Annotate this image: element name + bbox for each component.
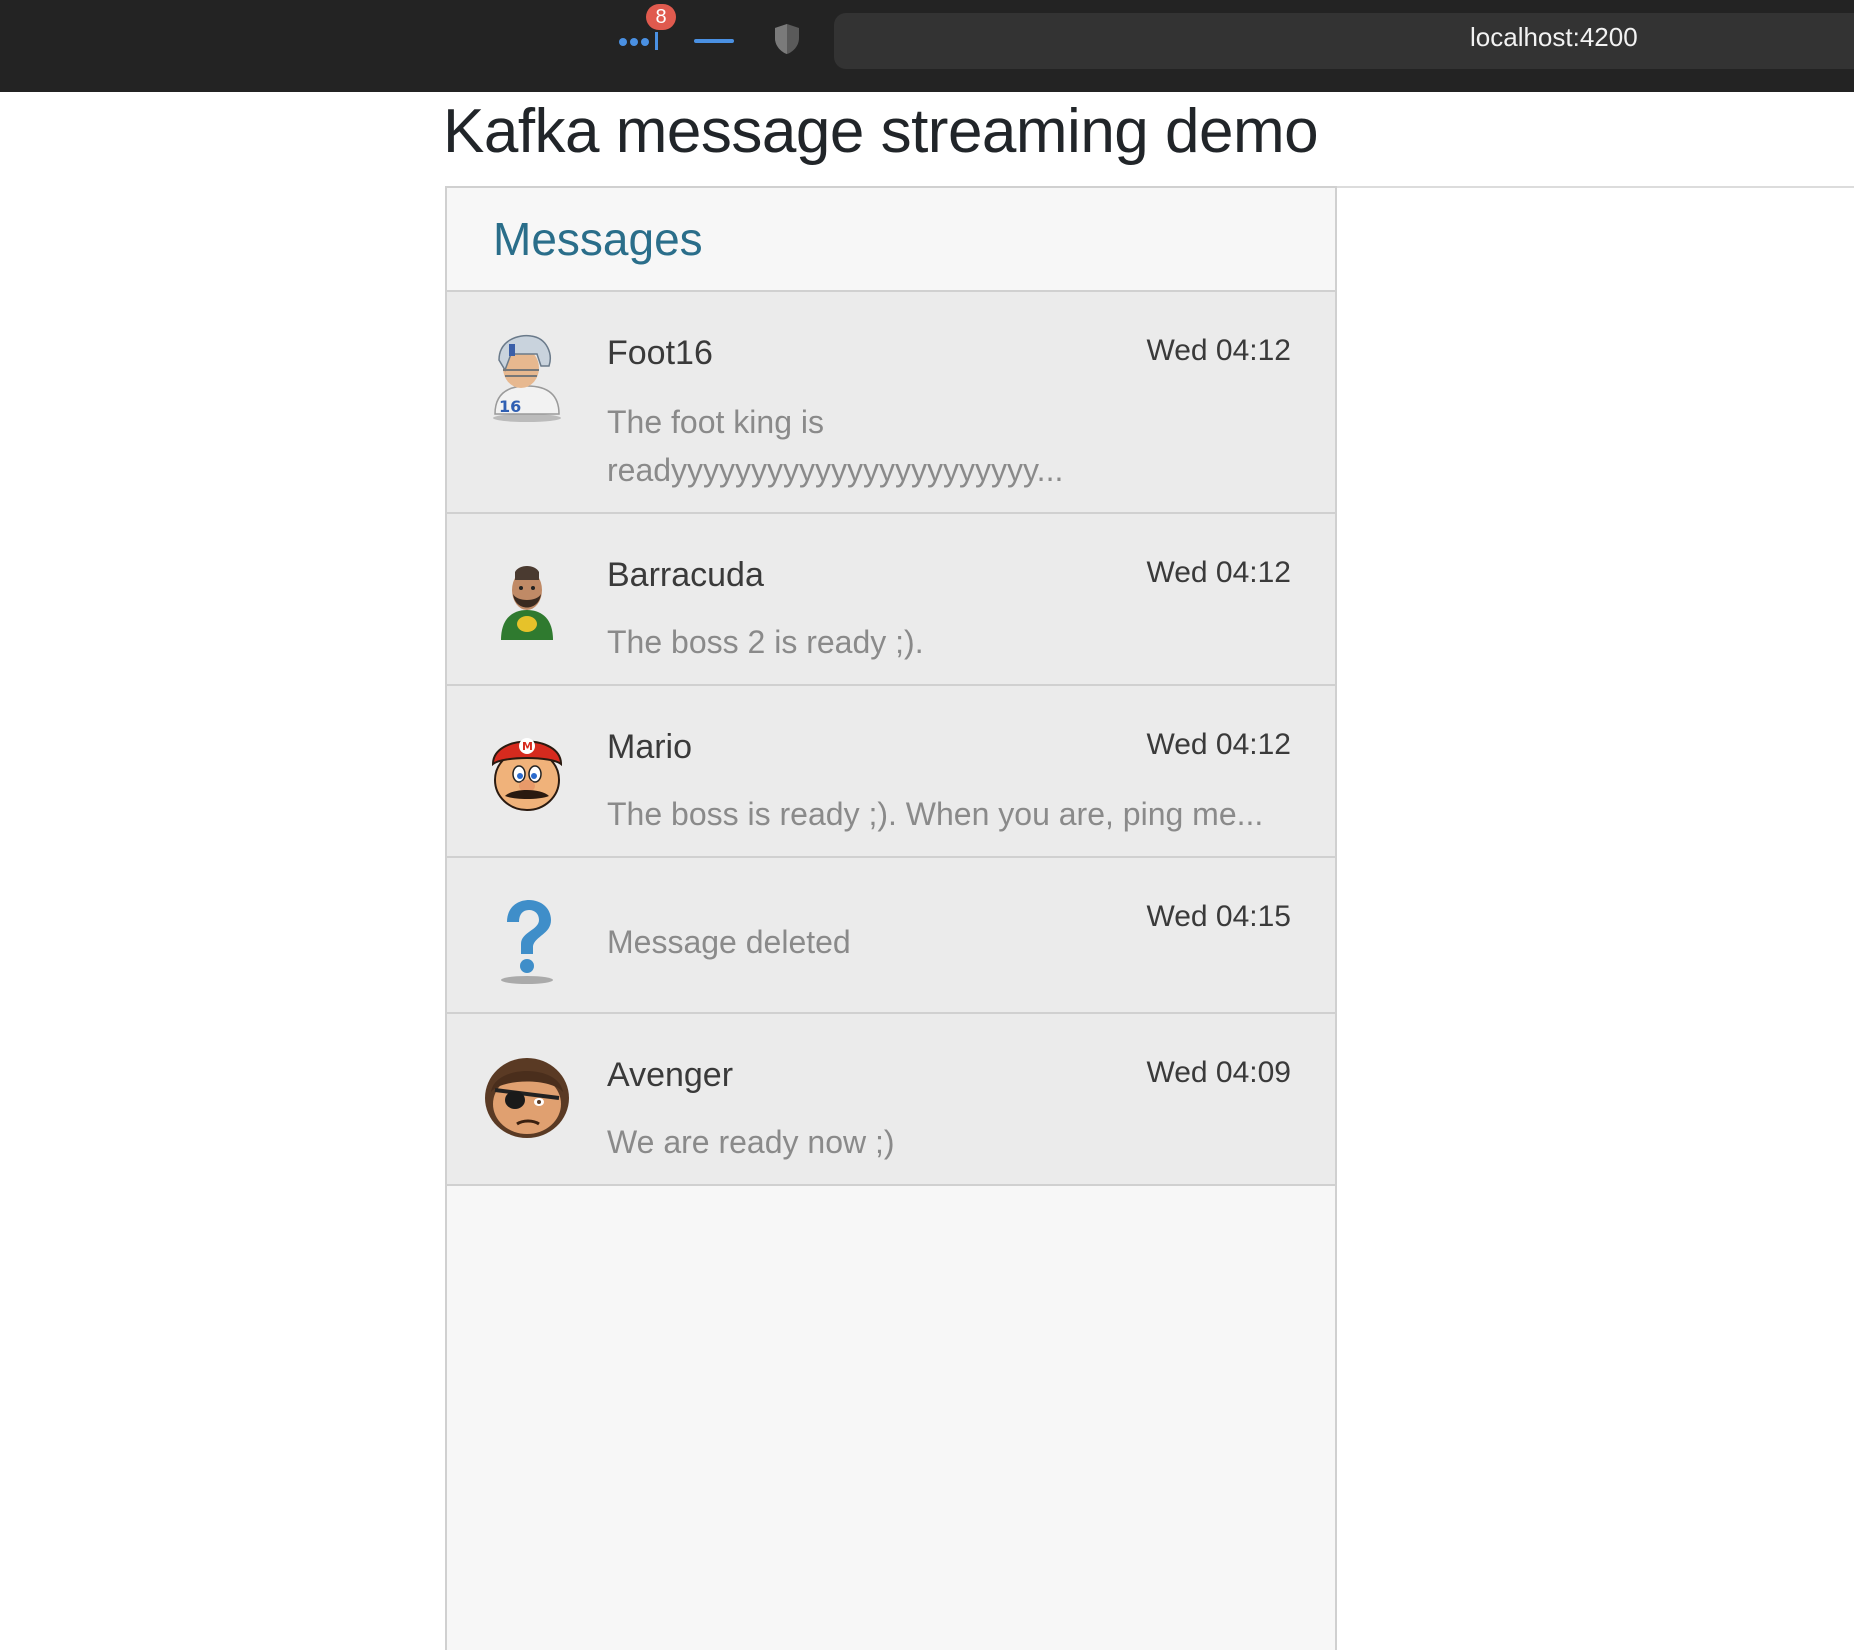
address-bar[interactable] bbox=[834, 13, 1854, 69]
football-player-icon: 16 bbox=[493, 334, 561, 422]
message-time: Wed 04:09 bbox=[1146, 1056, 1291, 1089]
eyepatch-man-icon bbox=[485, 1058, 569, 1138]
mario-icon: M bbox=[491, 738, 563, 811]
page-title: Kafka message streaming demo bbox=[443, 97, 1319, 166]
extension-badge: 8 bbox=[646, 4, 676, 30]
message-item[interactable]: Barracuda Wed 04:12 The boss 2 is ready … bbox=[447, 514, 1335, 686]
bearded-man-icon bbox=[501, 566, 553, 640]
message-item[interactable]: Avenger Wed 04:09 We are ready now ;) bbox=[447, 1014, 1335, 1186]
message-preview: The boss 2 is ready ;). bbox=[607, 624, 924, 660]
message-time: Wed 04:12 bbox=[1146, 556, 1291, 589]
message-time: Wed 04:12 bbox=[1146, 728, 1291, 761]
message-preview-line: readyyyyyyyyyyyyyyyyyyyyyyy... bbox=[607, 452, 1064, 488]
panel-title: Messages bbox=[493, 213, 703, 265]
message-sender: Barracuda bbox=[607, 556, 764, 594]
message-preview: Message deleted bbox=[607, 924, 851, 960]
url-text[interactable]: localhost:4200 bbox=[1470, 22, 1638, 53]
browser-toolbar: 8 localhost:4200 bbox=[0, 0, 1854, 92]
message-item[interactable]: M Mario Wed 04:12 The boss is ready ;). … bbox=[447, 686, 1335, 858]
message-sender: Foot16 bbox=[607, 334, 713, 372]
minus-icon[interactable] bbox=[694, 39, 734, 43]
message-item[interactable]: Wed 04:15 Message deleted bbox=[447, 858, 1335, 1014]
shield-icon[interactable] bbox=[772, 22, 802, 56]
svg-text:M: M bbox=[522, 740, 533, 753]
extension-dots-icon[interactable] bbox=[618, 30, 662, 52]
message-time: Wed 04:15 bbox=[1146, 900, 1291, 933]
message-time: Wed 04:12 bbox=[1146, 334, 1291, 367]
message-preview: We are ready now ;) bbox=[607, 1124, 895, 1160]
message-preview: The boss is ready ;). When you are, ping… bbox=[607, 796, 1264, 832]
message-sender: Avenger bbox=[607, 1056, 734, 1094]
messages-panel: Messages 16 Foot16 Wed 04:12 The foot ki… bbox=[445, 186, 1337, 1650]
panel-header: Messages bbox=[447, 188, 1335, 292]
svg-text:16: 16 bbox=[499, 397, 521, 416]
message-preview-line: The foot king is bbox=[607, 404, 824, 440]
message-sender: Mario bbox=[607, 728, 693, 766]
message-preview: The foot king is readyyyyyyyyyyyyyyyyyyy… bbox=[607, 398, 1107, 494]
question-mark-icon bbox=[501, 900, 553, 984]
message-item[interactable]: 16 Foot16 Wed 04:12 The foot king is rea… bbox=[447, 292, 1335, 514]
divider bbox=[1336, 186, 1854, 188]
